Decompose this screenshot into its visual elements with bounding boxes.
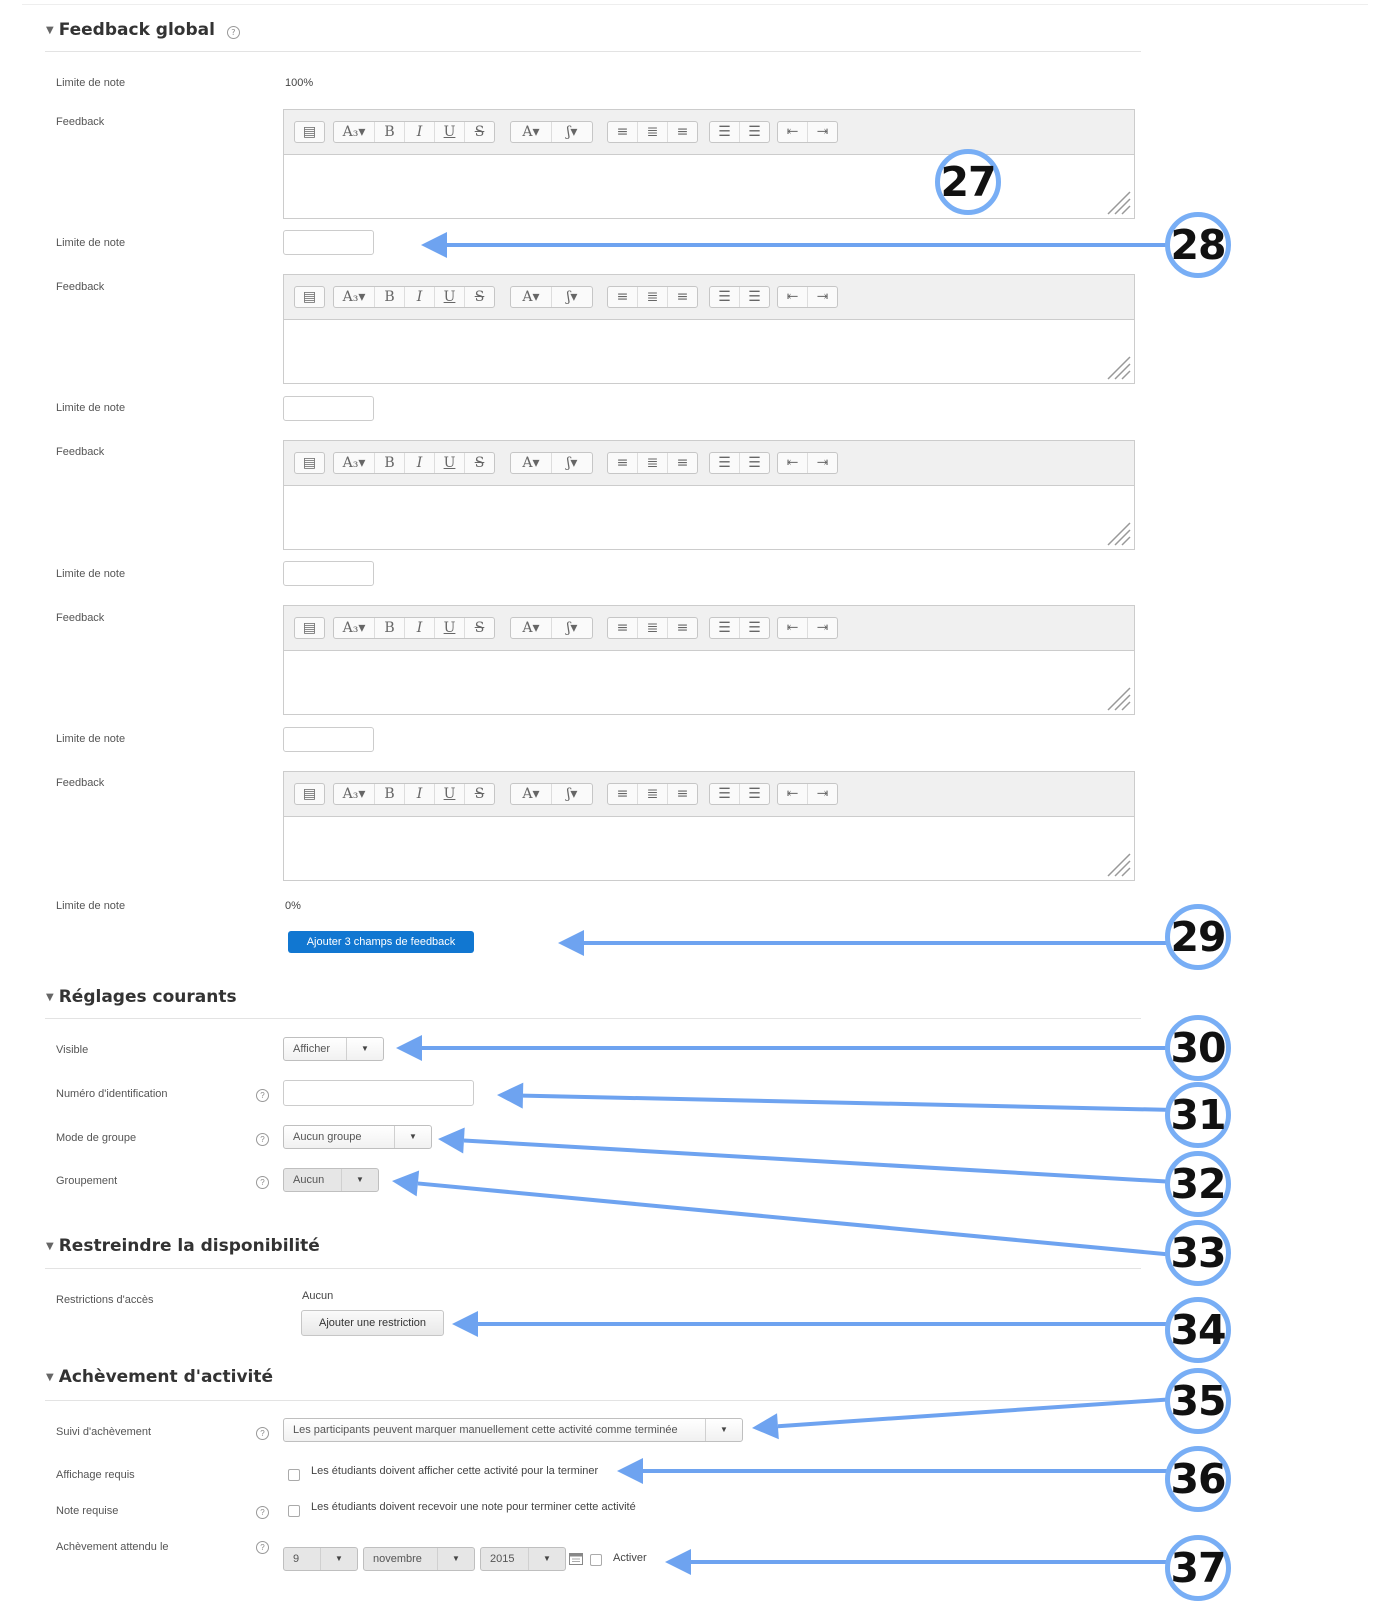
callout-badge-29: 29 bbox=[1165, 904, 1231, 970]
callout-badge-33: 33 bbox=[1165, 1220, 1231, 1286]
callout-badge-35: 35 bbox=[1165, 1368, 1231, 1434]
callout-arrow-line bbox=[417, 1181, 1176, 1257]
callout-badge-28: 28 bbox=[1165, 212, 1231, 278]
callout-arrow-head bbox=[497, 1082, 524, 1109]
callout-arrow-head bbox=[396, 1035, 422, 1061]
callout-arrow-head bbox=[665, 1549, 691, 1575]
callout-arrow-head bbox=[392, 1170, 420, 1197]
callout-badge-34: 34 bbox=[1165, 1297, 1231, 1363]
callout-badge-27: 27 bbox=[935, 149, 1001, 215]
callout-arrow-line bbox=[522, 1093, 1176, 1112]
callout-arrow-head bbox=[421, 232, 447, 258]
callout-arrow-head bbox=[558, 930, 584, 956]
callout-arrow-head bbox=[617, 1458, 643, 1484]
callout-arrow-line bbox=[463, 1138, 1176, 1184]
callout-arrow-head bbox=[438, 1127, 465, 1154]
callout-badge-36: 36 bbox=[1165, 1446, 1231, 1512]
callout-badge-31: 31 bbox=[1165, 1082, 1231, 1148]
callout-badge-32: 32 bbox=[1165, 1151, 1231, 1217]
callout-arrow-line bbox=[777, 1397, 1176, 1429]
callout-arrow-head bbox=[452, 1311, 478, 1337]
callout-badge-37: 37 bbox=[1165, 1535, 1231, 1601]
callout-arrow-head bbox=[752, 1413, 779, 1440]
callout-badge-30: 30 bbox=[1165, 1015, 1231, 1081]
